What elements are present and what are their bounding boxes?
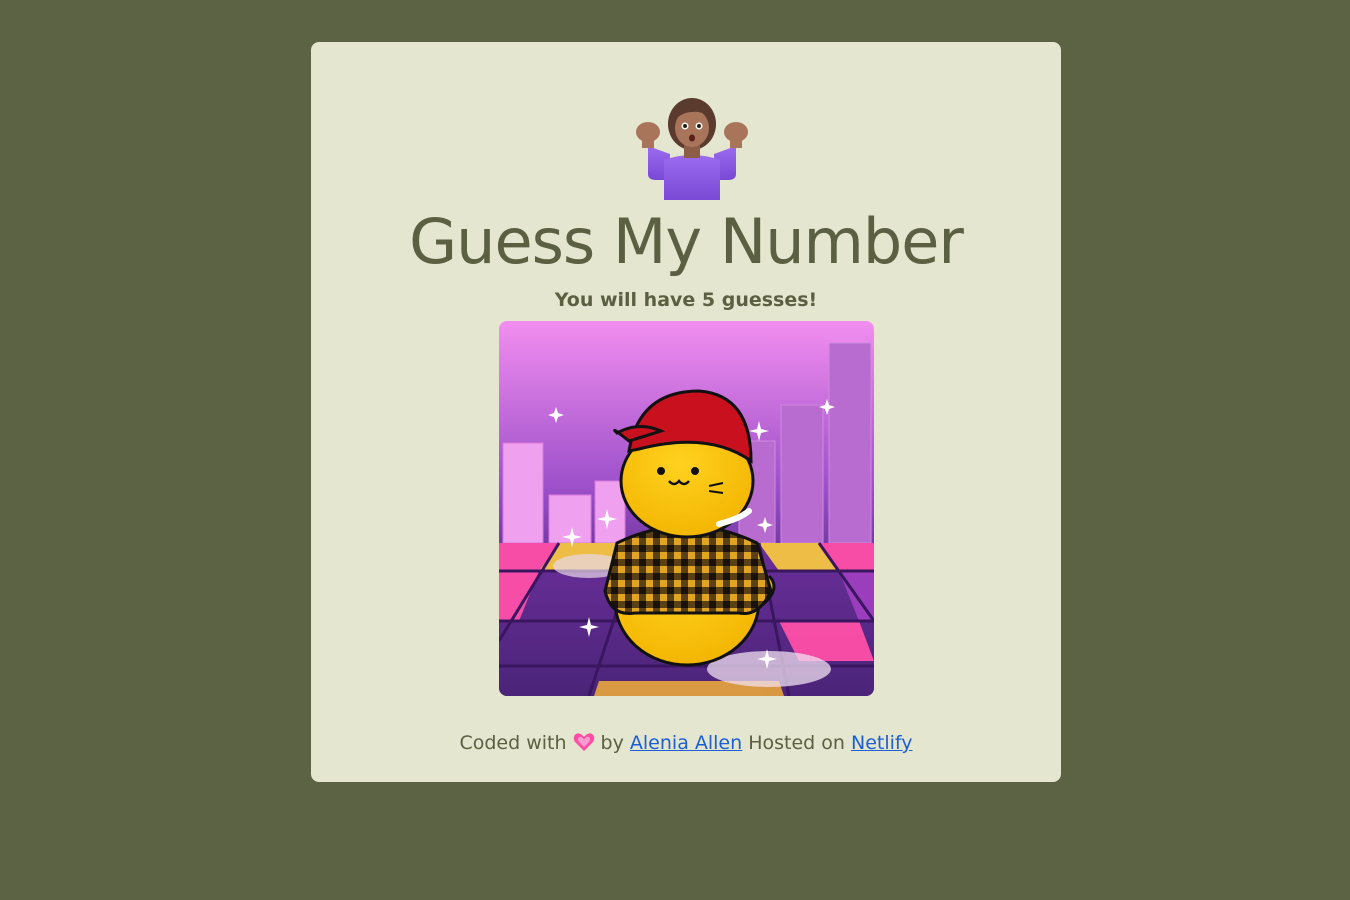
- page-title: Guess My Number: [409, 205, 964, 278]
- netlify-link[interactable]: Netlify: [851, 732, 913, 754]
- by-text: by: [600, 732, 624, 754]
- author-link[interactable]: Alenia Allen: [630, 732, 742, 754]
- footer-credits: Coded with by Alenia Allen Hosted on Net…: [311, 730, 1061, 756]
- game-card: Guess My Number You will have 5 guesses!: [311, 42, 1061, 782]
- coded-with-text: Coded with: [459, 732, 567, 754]
- sparkling-heart-icon: [573, 733, 594, 751]
- dancing-cat-illustration: [499, 321, 874, 696]
- person-shrugging-icon: [636, 98, 748, 200]
- guess-count-subtitle: You will have 5 guesses!: [554, 289, 818, 311]
- hosted-on-text: Hosted on: [748, 732, 845, 754]
